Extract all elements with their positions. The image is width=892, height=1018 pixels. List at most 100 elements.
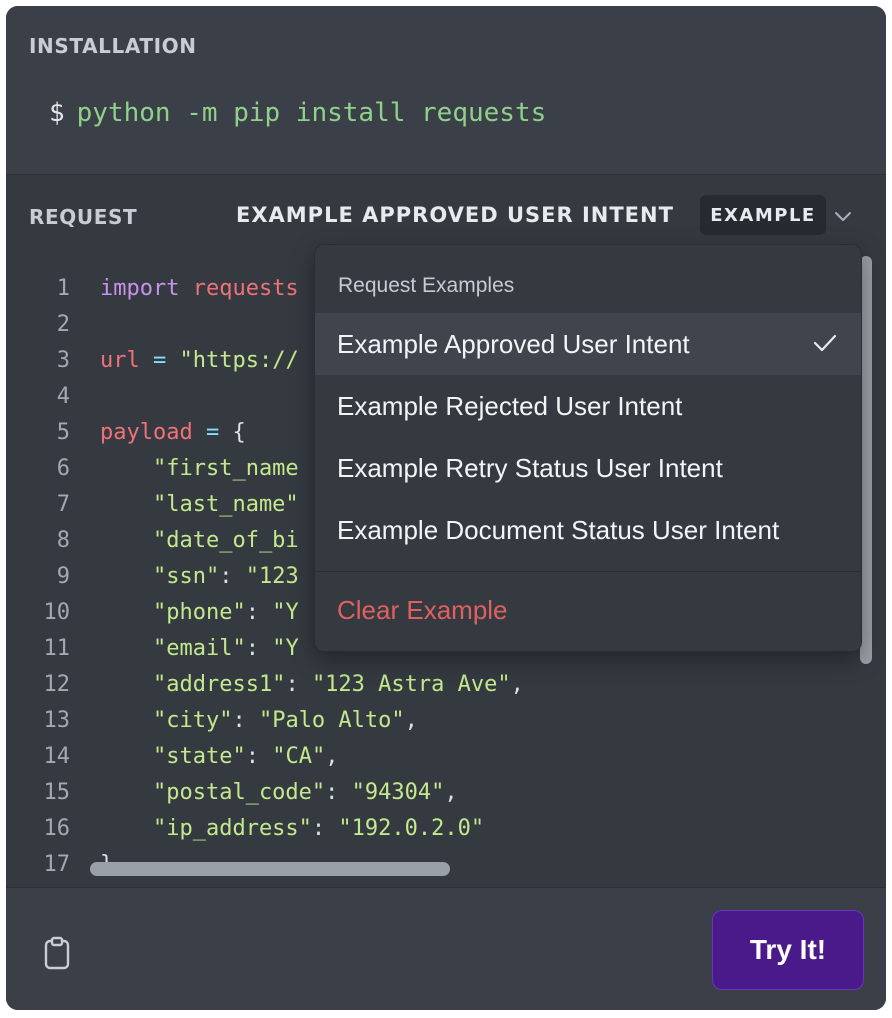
code-token: "123 bbox=[245, 564, 299, 589]
line-number: 7 bbox=[56, 492, 70, 517]
checkmark-icon bbox=[813, 334, 837, 352]
menu-item-label: Example Document Status User Intent bbox=[337, 515, 780, 545]
code-token: "state" bbox=[100, 744, 246, 769]
chevron-down-icon[interactable] bbox=[832, 205, 854, 227]
examples-dropdown-menu: Request Examples Example Approved User I… bbox=[314, 244, 862, 652]
code-token: , bbox=[325, 744, 339, 769]
line-number: 11 bbox=[43, 636, 71, 661]
line-content: payload = { bbox=[100, 415, 246, 451]
code-token: : bbox=[325, 780, 352, 805]
selected-example-name[interactable]: EXAMPLE APPROVED USER INTENT bbox=[236, 203, 674, 227]
panel-footer: Try It! bbox=[6, 887, 886, 1010]
clipboard-icon[interactable] bbox=[42, 936, 72, 970]
line-number: 8 bbox=[56, 528, 70, 553]
code-token: "postal_code" bbox=[100, 780, 326, 805]
line-content: "date_of_bi bbox=[100, 523, 299, 559]
line-content: import requests bbox=[100, 271, 299, 307]
code-token: payload bbox=[100, 420, 193, 445]
code-token: "CA" bbox=[272, 744, 326, 769]
menu-item-rejected[interactable]: Example Rejected User Intent bbox=[315, 375, 861, 437]
line-number: 3 bbox=[56, 348, 70, 373]
code-token: : bbox=[219, 564, 246, 589]
code-token: "first_name bbox=[100, 456, 299, 481]
code-token: import bbox=[100, 276, 193, 301]
code-token: "email" bbox=[100, 636, 246, 661]
code-line: 14 "state": "CA", bbox=[6, 739, 886, 775]
code-line: 15 "postal_code": "94304", bbox=[6, 775, 886, 811]
code-token: "Y bbox=[272, 600, 299, 625]
code-token: "https:// bbox=[179, 348, 299, 373]
line-content: "ip_address": "192.0.2.0" bbox=[100, 811, 484, 847]
line-content: "postal_code": "94304", bbox=[100, 775, 458, 811]
line-content: "phone": "Y bbox=[100, 595, 299, 631]
line-number: 10 bbox=[43, 600, 71, 625]
line-number: 12 bbox=[43, 672, 71, 697]
code-token: , bbox=[444, 780, 458, 805]
line-number: 5 bbox=[56, 420, 70, 445]
example-badge[interactable]: EXAMPLE bbox=[700, 195, 826, 235]
line-content: url = "https:// bbox=[100, 343, 299, 379]
code-token: { bbox=[232, 420, 246, 445]
line-number: 2 bbox=[56, 312, 70, 337]
code-token: "192.0.2.0" bbox=[338, 816, 485, 841]
line-content: "ssn": "123 bbox=[100, 559, 299, 595]
menu-item-label: Example Retry Status User Intent bbox=[337, 453, 723, 483]
menu-item-label: Example Rejected User Intent bbox=[337, 391, 683, 421]
code-token: "date_of_bi bbox=[100, 528, 299, 553]
line-content: "address1": "123 Astra Ave", bbox=[100, 667, 524, 703]
menu-item-retry[interactable]: Example Retry Status User Intent bbox=[315, 437, 861, 499]
try-it-button[interactable]: Try It! bbox=[712, 910, 864, 990]
code-line: 16 "ip_address": "192.0.2.0" bbox=[6, 811, 886, 847]
line-number: 9 bbox=[56, 564, 70, 589]
line-number: 13 bbox=[43, 708, 71, 733]
line-number: 15 bbox=[43, 780, 71, 805]
code-token: url bbox=[100, 348, 140, 373]
code-token: "city" bbox=[100, 708, 233, 733]
code-token: "ip_address" bbox=[100, 816, 312, 841]
line-number: 4 bbox=[56, 384, 70, 409]
code-token: "address1" bbox=[100, 672, 286, 697]
dropdown-header: Request Examples bbox=[338, 274, 515, 297]
code-token: , bbox=[404, 708, 418, 733]
line-number: 1 bbox=[56, 276, 70, 301]
menu-item-document-status[interactable]: Example Document Status User Intent bbox=[315, 499, 861, 561]
install-command-text: python -m pip install requests bbox=[76, 98, 547, 128]
line-content: "last_name" bbox=[100, 487, 299, 523]
line-content: "first_name bbox=[100, 451, 299, 487]
code-token: : bbox=[245, 600, 273, 625]
horizontal-scrollbar[interactable] bbox=[90, 862, 450, 876]
line-content: "state": "CA", bbox=[100, 739, 338, 775]
line-number: 17 bbox=[43, 852, 71, 877]
code-token: : bbox=[245, 744, 273, 769]
line-content: "city": "Palo Alto", bbox=[100, 703, 418, 739]
code-token: "phone" bbox=[100, 600, 246, 625]
code-token: "last_name" bbox=[100, 492, 299, 517]
code-token: = bbox=[192, 420, 233, 445]
code-token: "Y bbox=[272, 636, 299, 661]
code-token: = bbox=[139, 348, 180, 373]
code-token: "ssn" bbox=[100, 564, 220, 589]
code-line: 13 "city": "Palo Alto", bbox=[6, 703, 886, 739]
request-header: REQUEST EXAMPLE APPROVED USER INTENT EXA… bbox=[6, 175, 886, 255]
code-token: "94304" bbox=[351, 780, 445, 805]
install-command: $ python -m pip install requests bbox=[49, 98, 546, 128]
line-content: "email": "Y bbox=[100, 631, 299, 667]
menu-item-label: Example Approved User Intent bbox=[337, 329, 690, 359]
code-token: requests bbox=[192, 276, 299, 301]
menu-item-approved[interactable]: Example Approved User Intent bbox=[315, 313, 861, 375]
code-token: "Palo Alto" bbox=[258, 708, 405, 733]
line-number: 6 bbox=[56, 456, 70, 481]
line-number: 14 bbox=[43, 744, 71, 769]
dropdown-divider bbox=[315, 571, 861, 572]
installation-section: INSTALLATION $ python -m pip install requ… bbox=[6, 6, 886, 176]
code-token: "123 Astra Ave" bbox=[311, 672, 511, 697]
code-token: : bbox=[311, 816, 339, 841]
code-line: 12 "address1": "123 Astra Ave", bbox=[6, 667, 886, 703]
installation-title: INSTALLATION bbox=[29, 34, 197, 58]
request-title: REQUEST bbox=[29, 205, 138, 229]
shell-prompt: $ bbox=[49, 98, 65, 128]
code-token: : bbox=[232, 708, 259, 733]
clear-example-item[interactable]: Clear Example bbox=[315, 579, 861, 641]
code-token: , bbox=[510, 672, 524, 697]
line-number: 16 bbox=[43, 816, 71, 841]
